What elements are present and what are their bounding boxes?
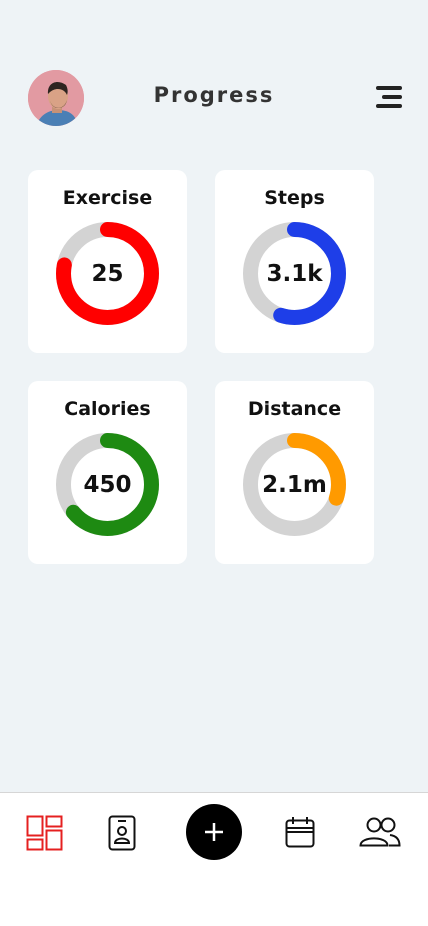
stat-card-title: Distance (247, 398, 342, 420)
header: Progress (0, 0, 428, 190)
stat-card-title: Exercise (62, 187, 153, 209)
nav-dashboard[interactable] (26, 815, 64, 851)
hamburger-menu-icon (376, 86, 402, 108)
stat-card-value: 3.1k (266, 260, 323, 287)
nav-users[interactable] (359, 817, 401, 847)
stat-card-value: 2.1m (262, 471, 327, 498)
stat-card-title: Steps (264, 187, 325, 209)
users-icon (359, 817, 401, 847)
stat-card-title: Calories (64, 398, 151, 420)
calendar-icon (285, 817, 315, 848)
stat-card-steps[interactable]: Steps 3.1k (215, 170, 374, 353)
menu-button[interactable] (372, 84, 404, 112)
plus-icon (205, 823, 223, 841)
dashboard-icon (26, 815, 63, 851)
id-badge-icon (108, 815, 136, 851)
stat-card-value: 25 (91, 260, 124, 287)
stat-card-calories[interactable]: Calories 450 (28, 381, 187, 564)
stat-card-exercise[interactable]: Exercise 25 (28, 170, 187, 353)
nav-profile[interactable] (108, 815, 136, 851)
add-button[interactable] (186, 804, 242, 860)
bottom-nav (0, 792, 428, 926)
stat-card-distance[interactable]: Distance 2.1m (215, 381, 374, 564)
page-title: Progress (153, 83, 275, 107)
stat-card-value: 450 (83, 471, 132, 498)
nav-calendar[interactable] (285, 816, 315, 848)
